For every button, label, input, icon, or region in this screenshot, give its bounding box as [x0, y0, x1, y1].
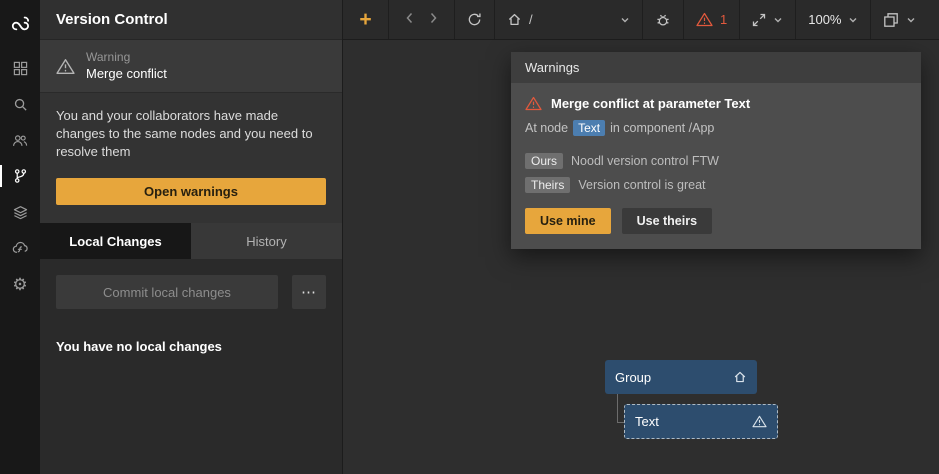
canvas-toolbar: + / — [343, 0, 939, 40]
use-mine-button[interactable]: Use mine — [525, 208, 611, 234]
chevron-down-icon — [906, 15, 916, 25]
chevron-down-icon — [848, 15, 858, 25]
back-button[interactable] — [401, 8, 418, 31]
chevron-down-icon — [620, 15, 630, 25]
no-local-changes-message: You have no local changes — [56, 339, 326, 354]
panel-tabs: Local Changes History — [40, 223, 342, 259]
use-theirs-button[interactable]: Use theirs — [622, 208, 712, 234]
component-path-dropdown[interactable]: / — [495, 0, 643, 39]
warnings-popup-body: Merge conflict at parameter Text At node… — [511, 83, 921, 249]
main-area: + / — [343, 0, 939, 474]
warning-count-badge: 1 — [720, 12, 727, 27]
component-path: / — [529, 12, 533, 27]
theirs-row: Theirs Version control is great — [525, 177, 907, 193]
commit-local-changes-button[interactable]: Commit local changes — [56, 275, 278, 309]
node-label: Text — [635, 414, 744, 429]
conflict-actions: Use mine Use theirs — [525, 208, 907, 234]
users-icon[interactable] — [0, 122, 40, 158]
node-connection-vertical — [617, 394, 618, 423]
ours-badge: Ours — [525, 153, 563, 169]
refresh-button[interactable] — [455, 0, 495, 39]
text-node[interactable]: Text — [624, 404, 778, 439]
forward-button[interactable] — [425, 8, 442, 31]
history-nav-group — [389, 0, 455, 39]
warning-triangle-icon — [696, 12, 713, 27]
warning-title: Merge conflict — [86, 66, 167, 83]
expand-preview-icon — [752, 13, 766, 27]
warnings-popup-title: Warnings — [511, 52, 921, 83]
frames-icon — [883, 12, 899, 28]
gear-glyph: ⚙ — [12, 276, 27, 293]
local-changes-pane: Commit local changes ⋯ You have no local… — [40, 259, 342, 474]
more-options-button[interactable]: ⋯ — [292, 275, 326, 309]
chevron-down-icon — [773, 15, 783, 25]
preview-mode-dropdown[interactable] — [740, 0, 796, 39]
warnings-indicator-button[interactable]: 1 — [684, 0, 740, 39]
app-window: ⚙ Version Control Warning Merge conflict… — [0, 0, 939, 474]
noodl-logo-icon[interactable] — [0, 8, 40, 40]
search-icon[interactable] — [0, 86, 40, 122]
conflict-description: You and your collaborators have made cha… — [40, 93, 342, 172]
warning-triangle-icon — [752, 415, 767, 428]
activity-sidebar: ⚙ — [0, 0, 40, 474]
group-node[interactable]: Group — [605, 360, 757, 394]
panel-title: Version Control — [40, 0, 342, 40]
warning-label: Warning — [86, 50, 167, 66]
conflict-location: At node Text in component /App — [525, 120, 907, 136]
theirs-badge: Theirs — [525, 177, 570, 193]
conflict-item-header: Merge conflict at parameter Text — [525, 96, 907, 111]
ours-value: Noodl version control FTW — [571, 154, 719, 168]
merge-conflict-banner: Warning Merge conflict — [40, 40, 342, 93]
node-label: Group — [615, 370, 725, 385]
warning-triangle-icon — [56, 58, 75, 75]
layers-icon[interactable] — [0, 194, 40, 230]
home-icon — [733, 370, 747, 384]
version-control-panel: Version Control Warning Merge conflict Y… — [40, 0, 343, 474]
node-chip[interactable]: Text — [573, 120, 605, 136]
open-warnings-button[interactable]: Open warnings — [56, 178, 326, 205]
tab-history[interactable]: History — [191, 223, 342, 259]
node-canvas[interactable]: Warnings Merge conflict at parameter Tex… — [343, 40, 939, 474]
ours-row: Ours Noodl version control FTW — [525, 153, 907, 169]
settings-gear-icon[interactable]: ⚙ — [0, 266, 40, 302]
theirs-value: Version control is great — [578, 178, 705, 192]
location-prefix: At node — [525, 121, 568, 135]
grid-icon[interactable] — [0, 50, 40, 86]
git-branch-icon[interactable] — [0, 158, 40, 194]
warning-triangle-icon — [525, 96, 542, 111]
home-icon — [507, 12, 522, 27]
frames-dropdown[interactable] — [871, 0, 928, 39]
cloud-function-icon[interactable] — [0, 230, 40, 266]
zoom-dropdown[interactable]: 100% — [796, 0, 871, 39]
debug-bug-button[interactable] — [643, 0, 684, 39]
zoom-level: 100% — [808, 12, 841, 27]
bug-icon — [655, 12, 671, 28]
warnings-popup: Warnings Merge conflict at parameter Tex… — [511, 52, 921, 249]
banner-text: Warning Merge conflict — [86, 50, 167, 82]
add-node-button[interactable]: + — [343, 0, 389, 39]
refresh-icon — [467, 12, 482, 27]
location-suffix: in component /App — [610, 121, 714, 135]
tab-local-changes[interactable]: Local Changes — [40, 223, 191, 259]
commit-row: Commit local changes ⋯ — [56, 275, 326, 309]
conflict-title: Merge conflict at parameter Text — [551, 96, 750, 111]
